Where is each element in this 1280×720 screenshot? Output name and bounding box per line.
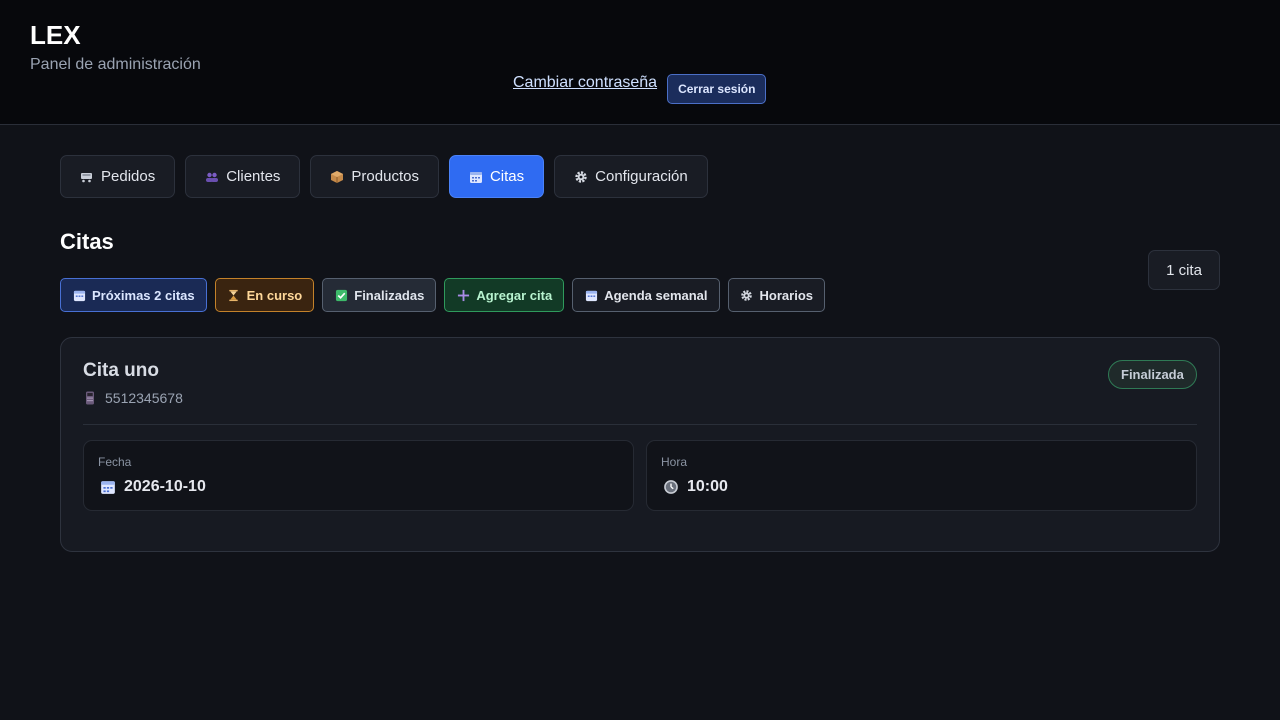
check-icon xyxy=(334,288,348,302)
appointment-count-badge: 1 cita xyxy=(1148,250,1220,290)
time-value-row: 10:00 xyxy=(663,478,728,496)
time-box: Hora 10:00 xyxy=(646,440,1197,511)
chip-label: En curso xyxy=(246,287,303,303)
in-progress-filter-button[interactable]: En curso xyxy=(214,278,315,312)
tab-label: Citas xyxy=(489,168,525,185)
page-title: Citas xyxy=(60,229,114,254)
chip-label: Agenda semanal xyxy=(604,287,708,303)
brand-subtitle: Panel de administración xyxy=(30,56,201,73)
calendar-icon xyxy=(584,288,598,302)
tab-configuracion[interactable]: Configuración xyxy=(554,155,708,198)
date-value-row: 2026-10-10 xyxy=(100,478,206,496)
gear-icon xyxy=(740,288,754,302)
calendar-icon xyxy=(469,170,483,184)
change-password-link[interactable]: Cambiar contraseña xyxy=(513,74,657,92)
tab-pedidos[interactable]: Pedidos xyxy=(60,155,176,198)
hourglass-icon xyxy=(227,288,241,302)
header-actions: Cambiar contraseña Cerrar sesión xyxy=(513,74,767,104)
chip-label: Finalizadas xyxy=(354,287,425,303)
calendar-icon xyxy=(100,479,116,495)
main-tabs: Pedidos Clientes Productos Citas Configu… xyxy=(60,155,708,198)
time-value: 10:00 xyxy=(687,478,728,495)
weekly-agenda-button[interactable]: Agenda semanal xyxy=(572,278,720,312)
tab-citas[interactable]: Citas xyxy=(448,155,545,198)
date-value: 2026-10-10 xyxy=(124,478,206,495)
date-box: Fecha 2026-10-10 xyxy=(83,440,634,511)
card-divider xyxy=(83,424,1197,425)
finished-filter-button[interactable]: Finalizadas xyxy=(322,278,437,312)
users-icon xyxy=(205,170,219,184)
chip-label: Agregar cita xyxy=(476,287,553,303)
tab-productos[interactable]: Productos xyxy=(310,155,439,198)
logout-button[interactable]: Cerrar sesión xyxy=(667,74,767,104)
chip-label: Próximas 2 citas xyxy=(92,287,195,303)
appointment-card[interactable]: Cita uno 5512345678 Finalizada Fecha 202… xyxy=(60,337,1220,552)
date-label: Fecha xyxy=(98,455,132,469)
phone-number: 5512345678 xyxy=(105,390,183,406)
box-icon xyxy=(330,170,344,184)
app-header: LEX Panel de administración Cambiar cont… xyxy=(0,0,1280,125)
tab-label: Configuración xyxy=(595,168,688,185)
cart-icon xyxy=(80,170,94,184)
status-badge: Finalizada xyxy=(1108,360,1197,389)
brand-title: LEX xyxy=(30,20,81,50)
plus-icon xyxy=(456,288,470,302)
appointment-title: Cita uno xyxy=(83,360,159,381)
chip-label: Horarios xyxy=(759,287,813,303)
tab-label: Pedidos xyxy=(101,168,156,185)
add-appointment-button[interactable]: Agregar cita xyxy=(444,278,565,312)
gear-icon xyxy=(574,170,588,184)
clock-icon xyxy=(663,479,679,495)
tab-label: Productos xyxy=(351,168,419,185)
schedule-settings-button[interactable]: Horarios xyxy=(727,278,825,312)
tab-clientes[interactable]: Clientes xyxy=(185,155,301,198)
time-label: Hora xyxy=(661,455,688,469)
tab-label: Clientes xyxy=(226,168,281,185)
calendar-icon xyxy=(72,288,86,302)
phone-icon xyxy=(83,391,97,405)
filter-bar: Próximas 2 citas En curso Finalizadas Ag… xyxy=(60,278,825,312)
appointment-phone: 5512345678 xyxy=(83,390,183,406)
upcoming-filter-button[interactable]: Próximas 2 citas xyxy=(60,278,207,312)
